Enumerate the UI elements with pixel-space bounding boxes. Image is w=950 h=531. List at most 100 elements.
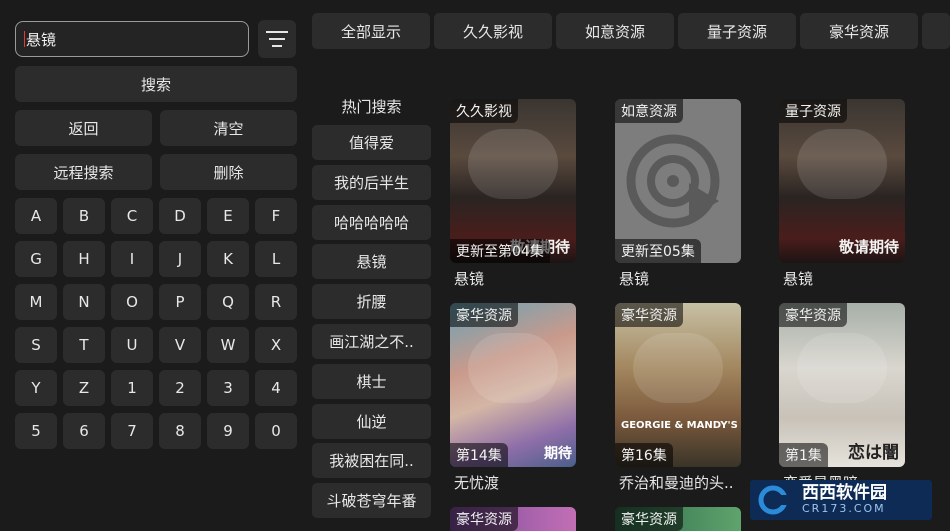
result-card[interactable]: 敬请期待 量子资源悬镜 [779,99,905,289]
poster-text: 期待 [544,446,572,462]
key-m[interactable]: M [15,284,57,320]
poster-image: 如意资源更新至05集 [615,99,741,263]
key-7[interactable]: 7 [111,413,153,449]
hot-search-title: 热门搜索 [341,98,402,116]
hot-search-item[interactable]: 画江湖之不.. [312,324,431,359]
result-card-partial[interactable]: 豪华资源 [450,507,576,531]
hot-search-item[interactable]: 悬镜 [312,244,431,280]
tab-overflow[interactable] [922,13,950,49]
result-card[interactable]: 恋は闇豪华资源第1集恋爱是黑暗 [779,303,905,493]
key-i[interactable]: I [111,241,153,277]
poster-text: 敬请期待 [838,238,899,256]
watermark-url: CR173.COM [802,502,886,515]
result-card-partial[interactable]: 豪华资源 [615,507,741,531]
poster-image: GEORGIE & MANDY'S 豪华资源 第16集 [615,303,741,467]
key-8[interactable]: 8 [159,413,201,449]
tab-3[interactable]: 量子资源 [678,13,796,49]
key-a[interactable]: A [15,198,57,234]
filter-button[interactable] [258,20,296,58]
key-s[interactable]: S [15,327,57,363]
episode-status: 更新至05集 [615,239,701,263]
key-e[interactable]: E [207,198,249,234]
source-badge: 豪华资源 [615,303,683,327]
key-w[interactable]: W [207,327,249,363]
key-4[interactable]: 4 [255,370,297,406]
tab-4[interactable]: 豪华资源 [800,13,918,49]
filter-icon [266,31,288,47]
poster-image: 恋は闇 豪华资源第1集 [779,303,905,467]
hot-search-item[interactable]: 我被困在同.. [312,443,431,479]
key-z[interactable]: Z [63,370,105,406]
key-k[interactable]: K [207,241,249,277]
hot-search-item[interactable]: 斗破苍穹年番 [312,483,431,519]
result-card[interactable]: 敬请期待久久影视更新至第04集悬镜 [450,99,576,289]
key-l[interactable]: L [255,241,297,277]
hot-search-item[interactable]: 折腰 [312,284,431,320]
result-card[interactable]: GEORGIE & MANDY'S 豪华资源 第16集 乔治和曼迪的头.. [615,303,741,493]
card-title: 悬镜 [619,270,650,288]
result-card[interactable]: 期待 豪华资源第14集无忧渡 [450,303,576,493]
hot-search-item[interactable]: 仙逆 [312,403,431,439]
key-v[interactable]: V [159,327,201,363]
poster-image: 期待 豪华资源第14集 [450,303,576,467]
key-3[interactable]: 3 [207,370,249,406]
key-6[interactable]: 6 [63,413,105,449]
poster-artwork [633,333,723,403]
episode-status: 第16集 [615,443,673,467]
key-o[interactable]: O [111,284,153,320]
site-watermark: 西西软件园 CR173.COM [750,480,932,520]
key-j[interactable]: J [159,241,201,277]
episode-status: 第1集 [779,443,828,467]
key-f[interactable]: F [255,198,297,234]
key-5[interactable]: 5 [15,413,57,449]
key-9[interactable]: 9 [207,413,249,449]
poster-artwork [468,129,558,199]
cr-logo-icon [758,485,796,515]
hot-search-item[interactable]: 哈哈哈哈哈 [312,204,431,240]
clear-button[interactable]: 清空 [160,110,297,146]
delete-button[interactable]: 删除 [160,154,297,190]
poster-artwork [797,333,887,403]
key-x[interactable]: X [255,327,297,363]
tab-2[interactable]: 如意资源 [556,13,674,49]
result-card[interactable]: 如意资源更新至05集悬镜 [615,99,741,289]
source-badge: 如意资源 [615,99,683,123]
source-badge: 豪华资源 [779,303,847,327]
key-g[interactable]: G [15,241,57,277]
card-title: 悬镜 [783,270,814,288]
poster-text: 恋は闇 [848,443,899,463]
tab-0[interactable]: 全部显示 [312,13,430,49]
card-title: 无忧渡 [454,474,500,492]
hot-search-item[interactable]: 棋士 [312,363,431,399]
episode-status: 第14集 [450,443,508,467]
search-button[interactable]: 搜索 [15,66,297,102]
source-badge: 豪华资源 [615,507,683,531]
key-1[interactable]: 1 [111,370,153,406]
poster-image: 敬请期待 量子资源 [779,99,905,263]
source-badge: 豪华资源 [450,507,518,531]
key-n[interactable]: N [63,284,105,320]
key-y[interactable]: Y [15,370,57,406]
tab-1[interactable]: 久久影视 [434,13,552,49]
key-c[interactable]: C [111,198,153,234]
key-t[interactable]: T [63,327,105,363]
key-0[interactable]: 0 [255,413,297,449]
hot-search-item[interactable]: 我的后半生 [312,164,431,200]
key-h[interactable]: H [63,241,105,277]
source-badge: 豪华资源 [450,303,518,327]
key-q[interactable]: Q [207,284,249,320]
back-button[interactable]: 返回 [15,110,152,146]
text-caret [24,31,25,47]
search-input-value: 悬镜 [26,30,57,49]
episode-status: 更新至第04集 [450,239,550,263]
key-r[interactable]: R [255,284,297,320]
key-p[interactable]: P [159,284,201,320]
poster-artwork [797,129,887,199]
hot-search-item[interactable]: 值得爱 [312,125,431,160]
remote-search-button[interactable]: 远程搜索 [15,154,152,190]
key-d[interactable]: D [159,198,201,234]
key-u[interactable]: U [111,327,153,363]
key-2[interactable]: 2 [159,370,201,406]
key-b[interactable]: B [63,198,105,234]
search-input[interactable]: 悬镜 [15,21,249,57]
